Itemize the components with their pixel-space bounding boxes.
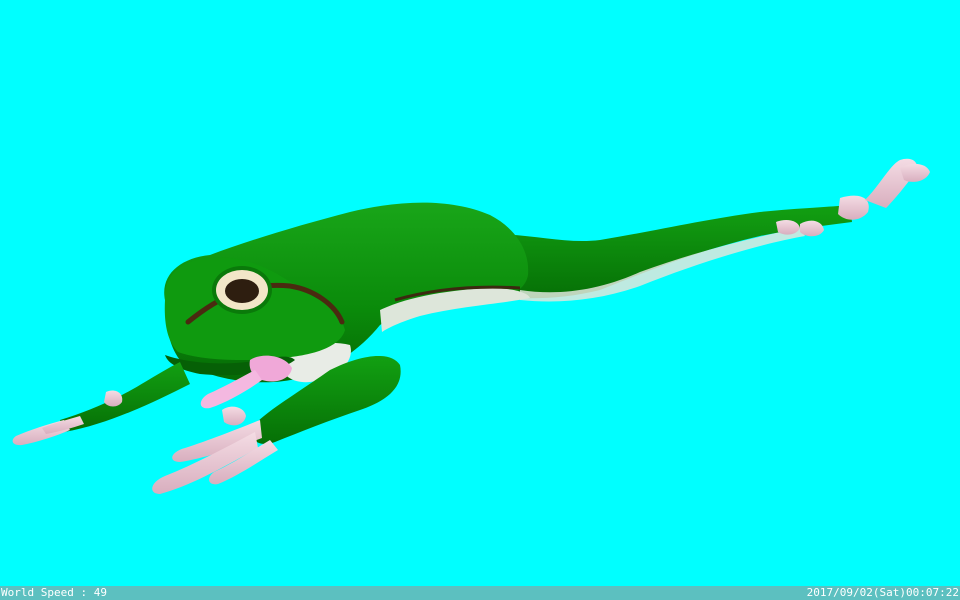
frog-hind-leg [470, 158, 930, 302]
world-speed-label: World Speed : 49 [1, 586, 107, 599]
frog-front-leg-left [12, 362, 190, 446]
frog-eye [212, 266, 272, 314]
status-bar: World Speed : 49 2017/09/02(Sat)00:07:22 [0, 586, 960, 600]
3d-viewport[interactable] [0, 0, 960, 586]
datetime-display: 2017/09/02(Sat)00:07:22 [806, 586, 959, 599]
frog-scene [12, 158, 930, 494]
